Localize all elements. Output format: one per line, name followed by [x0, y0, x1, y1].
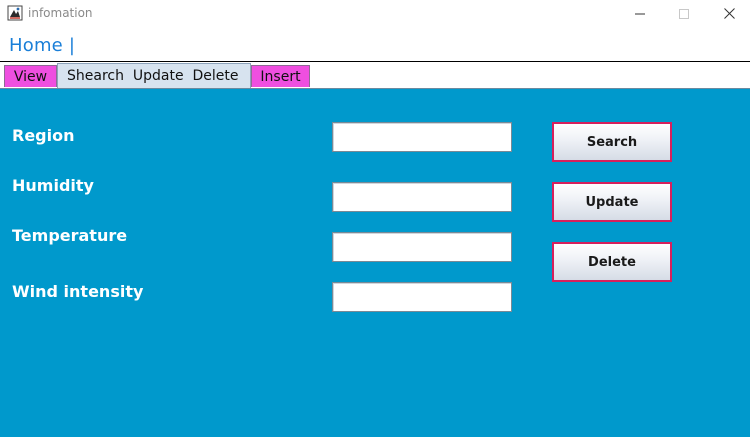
menu-bar: Home | [0, 28, 750, 62]
wind-intensity-label: Wind intensity [12, 282, 144, 301]
tab-view[interactable]: View [4, 65, 57, 87]
temperature-label: Temperature [12, 226, 128, 245]
wind-intensity-input[interactable] [332, 282, 512, 312]
tab-search-update-delete[interactable]: Shearch Update Delete [57, 63, 251, 88]
tab-insert[interactable]: Insert [251, 65, 310, 87]
close-icon [723, 4, 735, 23]
maximize-button[interactable] [661, 0, 707, 26]
humidity-label: Humidity [12, 176, 94, 195]
temperature-input[interactable] [332, 232, 512, 262]
tab-strip: View Shearch Update Delete Insert [0, 62, 750, 88]
minimize-button[interactable] [617, 0, 663, 26]
humidity-input[interactable] [332, 182, 512, 212]
search-button[interactable]: Search [552, 122, 672, 162]
window-title: infomation [28, 6, 93, 20]
delete-button[interactable]: Delete [552, 242, 672, 282]
home-menu[interactable]: Home | [9, 35, 75, 57]
region-input[interactable] [332, 122, 512, 152]
maximize-icon [679, 4, 689, 23]
minimize-icon [635, 4, 645, 23]
title-bar: infomation [0, 0, 750, 26]
content-panel: Region Humidity Temperature Wind intensi… [0, 88, 750, 439]
java-app-icon [7, 5, 23, 21]
close-button[interactable] [706, 0, 750, 26]
update-button[interactable]: Update [552, 182, 672, 222]
region-label: Region [12, 126, 75, 145]
